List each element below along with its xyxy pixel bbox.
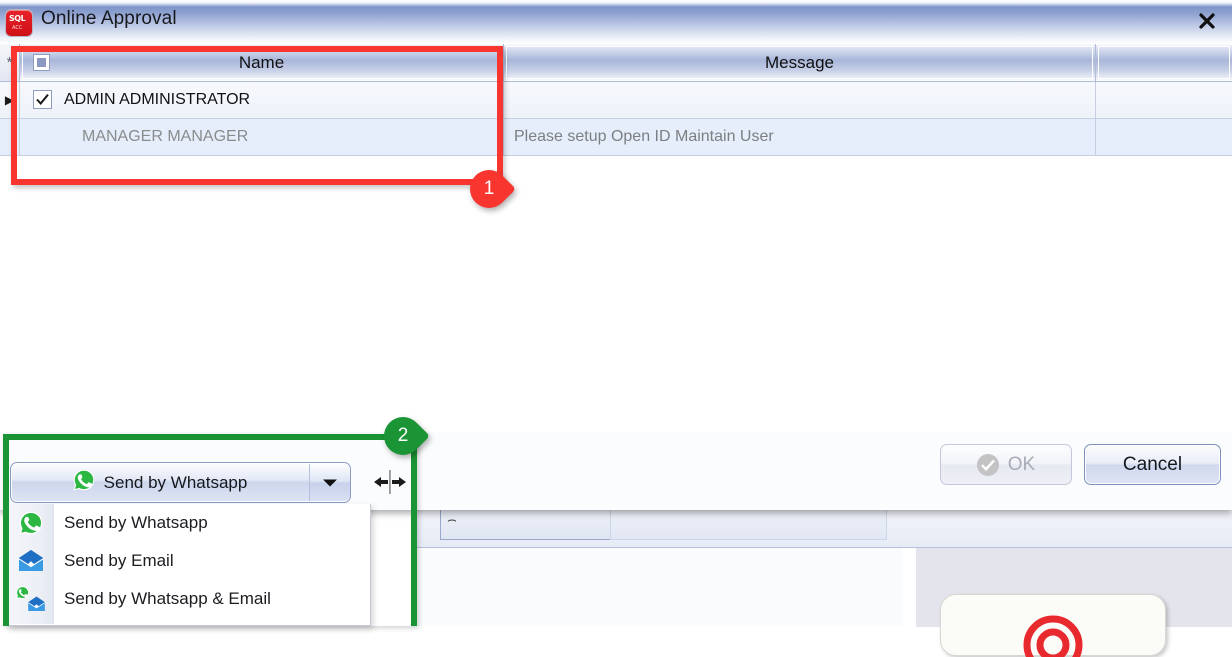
grid-header-message-label: Message (765, 52, 834, 72)
app-logo-text-top: SQL (9, 14, 26, 23)
dropdown-option-label: Send by Email (64, 551, 174, 570)
dropdown-option-whatsapp-email[interactable]: Send by Whatsapp & Email (9, 580, 370, 618)
grid-header-message[interactable]: Message (504, 44, 1096, 82)
send-method-combobox[interactable]: Send by Whatsapp (10, 462, 351, 503)
grid-header-row: * Name Message (0, 44, 1232, 82)
row-message-cell[interactable]: Please setup Open ID Maintain User (504, 119, 1096, 155)
send-method-selected-label: Send by Whatsapp (103, 472, 248, 492)
dialog-title: Online Approval (41, 8, 177, 29)
background-input-field-2[interactable] (610, 508, 887, 540)
row-name-text: MANAGER MANAGER (82, 128, 249, 145)
grid-header-rowselector[interactable]: * (0, 44, 20, 82)
row-indicator-cell[interactable]: ▶ (0, 82, 20, 118)
background-input-field[interactable]: ⌢ (440, 508, 612, 540)
dropdown-option-label: Send by Whatsapp & Email (64, 589, 271, 608)
online-approval-dialog: SQL ACC Online Approval * Name Message ▶… (0, 0, 1232, 510)
chevron-down-icon (323, 479, 337, 486)
table-row[interactable]: ▶ ADMIN ADMINISTRATOR (0, 82, 1232, 119)
close-icon (1199, 13, 1215, 29)
row-name-text: ADMIN ADMINISTRATOR (64, 91, 251, 108)
app-logo-text-bottom: ACC (12, 25, 23, 31)
grid-header-extra[interactable] (1096, 44, 1232, 82)
table-row[interactable]: MANAGER MANAGER Please setup Open ID Mai… (0, 119, 1232, 156)
whatsapp-icon (73, 469, 95, 496)
check-circle-icon (976, 453, 999, 476)
background-lower-panel (412, 548, 902, 626)
whatsapp-email-icon (9, 586, 53, 612)
row-indicator-cell[interactable] (0, 119, 20, 155)
current-row-arrow-icon: ▶ (4, 93, 15, 107)
grid-header-name[interactable]: Name (20, 44, 504, 82)
check-icon (36, 93, 49, 106)
dropdown-option-label: Send by Whatsapp (64, 513, 208, 532)
app-logo-icon: SQL ACC (5, 9, 33, 37)
dropdown-option-whatsapp[interactable]: Send by Whatsapp (9, 504, 370, 542)
row-name-cell[interactable]: ADMIN ADMINISTRATOR (20, 82, 504, 118)
row-message-cell[interactable] (504, 82, 1096, 118)
approval-grid[interactable]: * Name Message ▶ ADMIN ADMINISTRATOR MAN… (0, 44, 1232, 433)
dialog-titlebar: SQL ACC Online Approval (0, 0, 1232, 45)
close-button[interactable] (1190, 5, 1224, 37)
cancel-button[interactable]: Cancel (1084, 444, 1221, 485)
send-method-selected-value: Send by Whatsapp (11, 469, 309, 496)
send-method-dropdown-list[interactable]: Send by Whatsapp Send by Email Send by W… (8, 504, 371, 626)
row-message-text: Please setup Open ID Maintain User (514, 128, 774, 145)
row-extra-cell[interactable] (1096, 82, 1232, 118)
red-target-icon (1023, 615, 1083, 657)
row-extra-cell[interactable] (1096, 119, 1232, 155)
select-all-checkbox[interactable] (33, 54, 50, 71)
new-row-asterisk-icon: * (6, 54, 13, 71)
row-checkbox[interactable] (33, 90, 52, 109)
email-envelope-icon (9, 549, 53, 573)
horizontal-resize-cursor-icon (372, 468, 408, 496)
grid-header-name-label: Name (238, 52, 285, 72)
whatsapp-icon (9, 511, 53, 535)
check-glyph-icon (980, 459, 995, 471)
row-name-cell[interactable]: MANAGER MANAGER (20, 119, 504, 155)
dropdown-option-email[interactable]: Send by Email (9, 542, 370, 580)
ok-button[interactable]: OK (940, 444, 1072, 485)
cancel-button-label: Cancel (1122, 453, 1183, 475)
background-round-button[interactable] (940, 594, 1166, 657)
combo-dropdown-toggle[interactable] (309, 464, 350, 501)
ok-button-label: OK (1007, 453, 1036, 475)
